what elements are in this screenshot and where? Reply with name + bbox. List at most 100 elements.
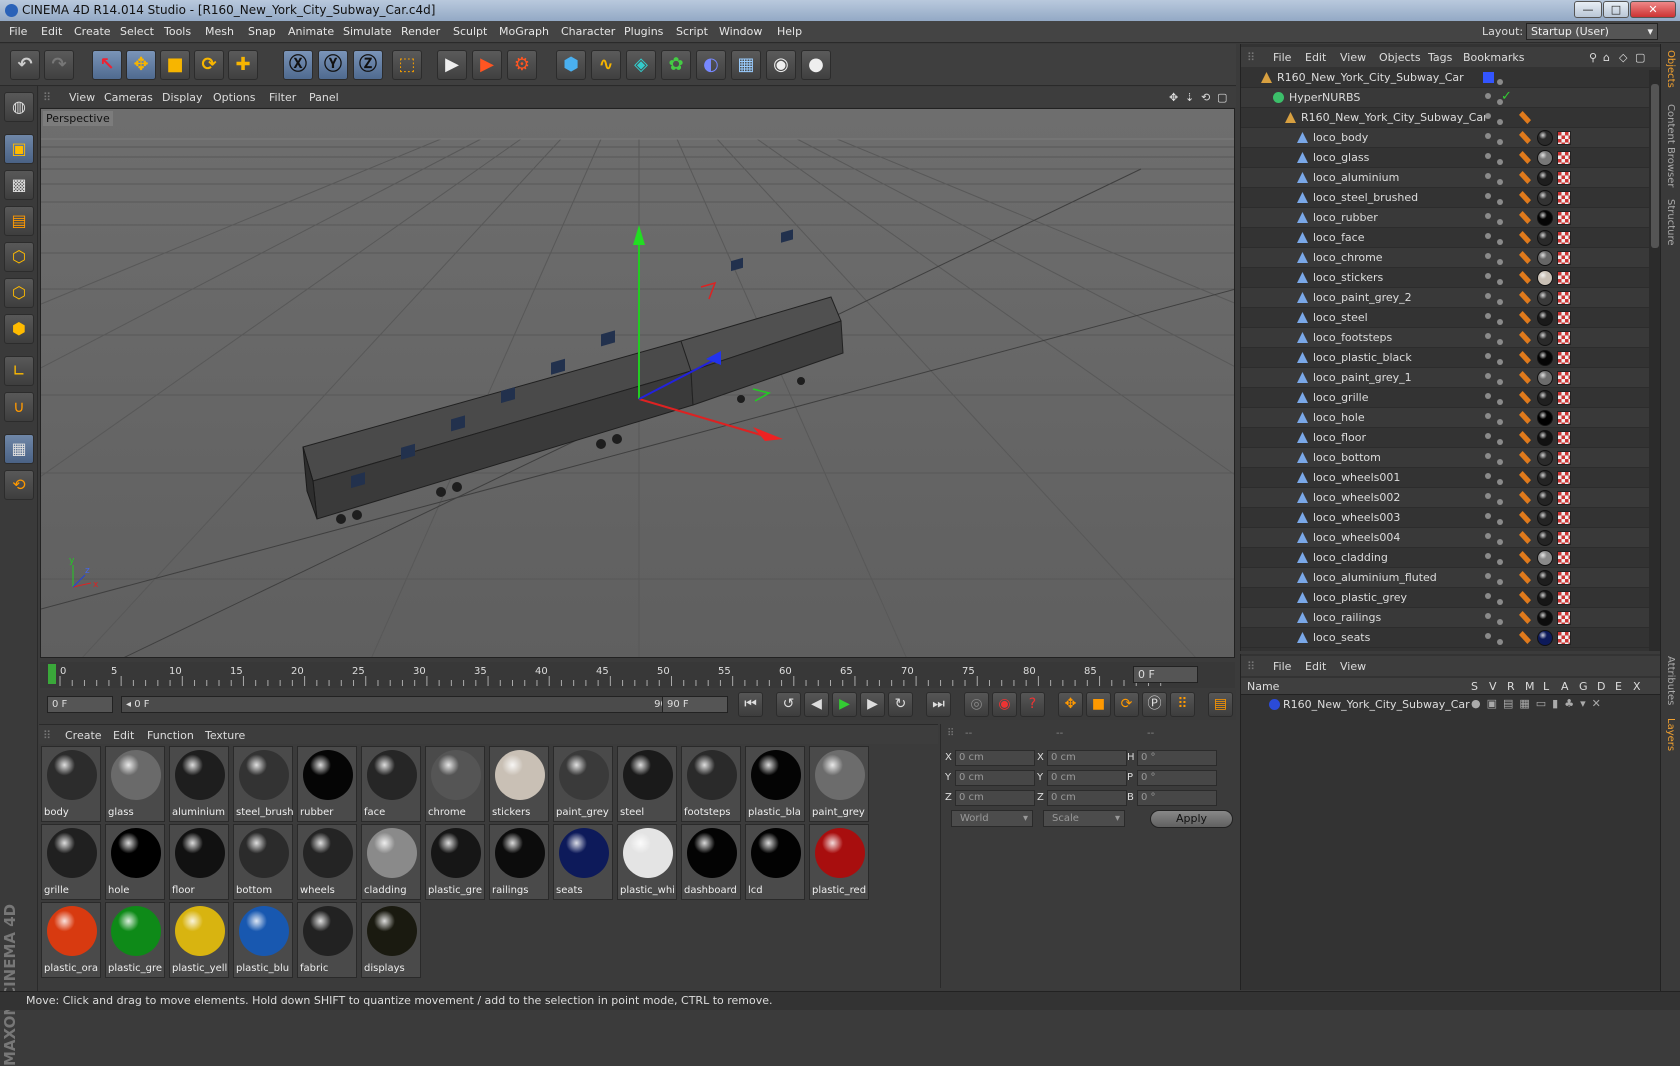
editor-visibility-dot[interactable] bbox=[1485, 273, 1491, 279]
editor-visibility-dot[interactable] bbox=[1485, 173, 1491, 179]
filter-icon[interactable]: ◇ bbox=[1619, 51, 1627, 64]
polygons-mode-icon[interactable]: ⬢ bbox=[4, 314, 34, 344]
uvw-tag-icon[interactable] bbox=[1557, 551, 1571, 565]
auto-keying-icon[interactable]: ◉ bbox=[992, 692, 1017, 717]
enabled-check-icon[interactable]: ✓ bbox=[1501, 89, 1512, 104]
editor-visibility-dot[interactable] bbox=[1485, 253, 1491, 259]
menu-tools[interactable]: Tools bbox=[164, 25, 191, 38]
editor-visibility-dot[interactable] bbox=[1485, 533, 1491, 539]
texture-tag-icon[interactable] bbox=[1519, 471, 1531, 484]
uvw-tag-icon[interactable] bbox=[1557, 131, 1571, 145]
viewport-menu-options[interactable]: Options bbox=[213, 91, 255, 104]
material-tag-icon[interactable] bbox=[1537, 390, 1553, 406]
render-visibility-dot[interactable] bbox=[1497, 139, 1503, 145]
menu-animate[interactable]: Animate bbox=[288, 25, 334, 38]
material-swatch[interactable]: aluminium bbox=[169, 746, 229, 822]
render-visibility-dot[interactable] bbox=[1497, 199, 1503, 205]
uvw-tag-icon[interactable] bbox=[1557, 151, 1571, 165]
texture-tag-icon[interactable] bbox=[1519, 411, 1531, 424]
object-row[interactable]: loco_plastic_black bbox=[1241, 348, 1649, 368]
coord-value-field[interactable]: 0 cm bbox=[1047, 750, 1127, 766]
objects-menu-file[interactable]: File bbox=[1273, 51, 1291, 64]
go-to-start-icon[interactable]: ⏮ bbox=[738, 692, 763, 717]
material-swatch[interactable]: grille bbox=[41, 824, 101, 900]
texture-tag-icon[interactable] bbox=[1519, 611, 1531, 624]
editor-visibility-dot[interactable] bbox=[1485, 593, 1491, 599]
object-row[interactable]: loco_steel bbox=[1241, 308, 1649, 328]
object-row[interactable]: loco_wheels002 bbox=[1241, 488, 1649, 508]
axis-mode-icon[interactable]: ∟ bbox=[4, 356, 34, 386]
uvw-tag-icon[interactable] bbox=[1557, 391, 1571, 405]
uvw-tag-icon[interactable] bbox=[1557, 331, 1571, 345]
object-scrollbar-thumb[interactable] bbox=[1651, 84, 1659, 248]
object-row[interactable]: loco_face bbox=[1241, 228, 1649, 248]
render-visibility-dot[interactable] bbox=[1497, 399, 1503, 405]
undo-icon[interactable]: ↶ bbox=[10, 50, 40, 80]
render-visibility-dot[interactable] bbox=[1497, 299, 1503, 305]
coord-value-field[interactable]: 0 ° bbox=[1137, 790, 1217, 806]
objects-menu-bookmarks[interactable]: Bookmarks bbox=[1463, 51, 1524, 64]
material-swatch[interactable]: face bbox=[361, 746, 421, 822]
material-tag-icon[interactable] bbox=[1537, 630, 1553, 646]
editor-visibility-dot[interactable] bbox=[1485, 193, 1491, 199]
object-row[interactable]: loco_footsteps bbox=[1241, 328, 1649, 348]
live-selection-icon[interactable]: ↖ bbox=[92, 50, 122, 80]
layers-menu-view[interactable]: View bbox=[1340, 660, 1366, 673]
menu-sculpt[interactable]: Sculpt bbox=[453, 25, 487, 38]
y-axis-icon[interactable]: Ⓨ bbox=[318, 50, 348, 80]
material-swatch[interactable]: chrome bbox=[425, 746, 485, 822]
material-swatch[interactable]: steel_brush bbox=[233, 746, 294, 822]
material-tag-icon[interactable] bbox=[1537, 570, 1553, 586]
key-parameter-icon[interactable]: Ⓟ bbox=[1142, 692, 1167, 717]
deformer-icon[interactable]: ◐ bbox=[696, 50, 726, 80]
x-axis-icon[interactable]: Ⓧ bbox=[283, 50, 313, 80]
material-tag-icon[interactable] bbox=[1537, 210, 1553, 226]
viewport-rotate-icon[interactable]: ⟲ bbox=[1201, 91, 1210, 104]
material-swatch[interactable]: plastic_yell bbox=[169, 902, 229, 978]
material-tag-icon[interactable] bbox=[1537, 190, 1553, 206]
texture-tag-icon[interactable] bbox=[1519, 271, 1531, 284]
material-tag-icon[interactable] bbox=[1537, 370, 1553, 386]
material-tag-icon[interactable] bbox=[1537, 310, 1553, 326]
layers-menu-file[interactable]: File bbox=[1273, 660, 1291, 673]
texture-tag-icon[interactable] bbox=[1519, 391, 1531, 404]
material-tag-icon[interactable] bbox=[1537, 410, 1553, 426]
coord-value-field[interactable]: 0 ° bbox=[1137, 770, 1217, 786]
material-swatch[interactable]: plastic_bla bbox=[745, 746, 805, 822]
render-visibility-dot[interactable] bbox=[1497, 279, 1503, 285]
tab-attributes[interactable]: Attributes bbox=[1665, 656, 1676, 705]
editor-visibility-dot[interactable] bbox=[1485, 153, 1491, 159]
material-menu-texture[interactable]: Texture bbox=[205, 729, 245, 742]
floor-icon[interactable]: ▦ bbox=[731, 50, 761, 80]
material-swatch[interactable]: dashboard bbox=[681, 824, 741, 900]
menu-mograph[interactable]: MoGraph bbox=[499, 25, 549, 38]
planar-workplane-icon[interactable]: ⟲ bbox=[4, 470, 34, 500]
render-visibility-dot[interactable] bbox=[1497, 79, 1503, 85]
spline-pen-icon[interactable]: ∿ bbox=[591, 50, 621, 80]
previous-frame-icon[interactable]: ◀ bbox=[804, 692, 829, 717]
editor-visibility-dot[interactable] bbox=[1485, 293, 1491, 299]
editor-visibility-dot[interactable] bbox=[1485, 353, 1491, 359]
render-visibility-dot[interactable] bbox=[1497, 639, 1503, 645]
object-row[interactable]: loco_body bbox=[1241, 128, 1649, 148]
object-row[interactable]: loco_grille bbox=[1241, 388, 1649, 408]
material-swatch[interactable]: floor bbox=[169, 824, 229, 900]
texture-tag-icon[interactable] bbox=[1519, 551, 1531, 564]
menu-select[interactable]: Select bbox=[120, 25, 154, 38]
material-swatch[interactable]: rubber bbox=[297, 746, 357, 822]
tab-content-browser[interactable]: Content Browser bbox=[1665, 104, 1676, 187]
editor-visibility-dot[interactable] bbox=[1485, 393, 1491, 399]
coordinate-system-icon[interactable]: ⬚ bbox=[392, 50, 422, 80]
object-row[interactable]: HyperNURBS ✓ bbox=[1241, 88, 1649, 108]
record-keys-icon[interactable]: ◎ bbox=[964, 692, 989, 717]
material-swatch[interactable]: lcd bbox=[745, 824, 805, 900]
uvw-tag-icon[interactable] bbox=[1557, 611, 1571, 625]
coord-value-field[interactable]: 0 cm bbox=[955, 770, 1035, 786]
key-position-icon[interactable]: ✥ bbox=[1058, 692, 1083, 717]
material-swatch[interactable]: plastic_gre bbox=[105, 902, 165, 978]
search-icon[interactable]: ⚲ bbox=[1589, 51, 1597, 64]
object-row[interactable]: R160_New_York_City_Subway_Car bbox=[1241, 108, 1649, 128]
make-editable-icon[interactable]: ◍ bbox=[4, 92, 34, 122]
material-tag-icon[interactable] bbox=[1537, 470, 1553, 486]
menu-plugins[interactable]: Plugins bbox=[624, 25, 663, 38]
